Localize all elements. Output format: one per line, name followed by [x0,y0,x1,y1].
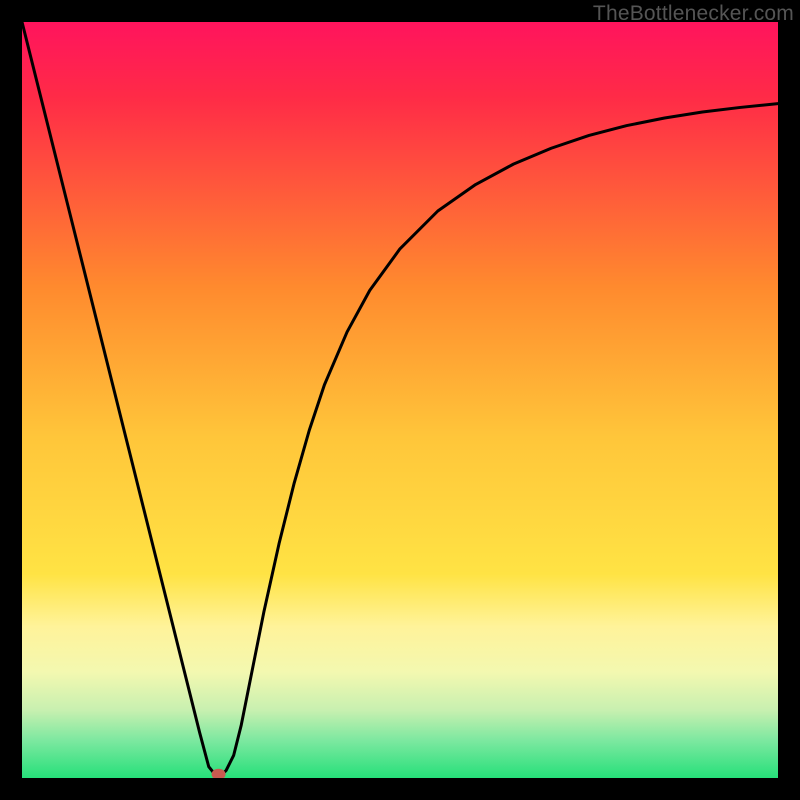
watermark-text: TheBottlenecker.com [593,2,794,26]
chart-background [22,22,778,778]
bottleneck-chart [22,22,778,778]
